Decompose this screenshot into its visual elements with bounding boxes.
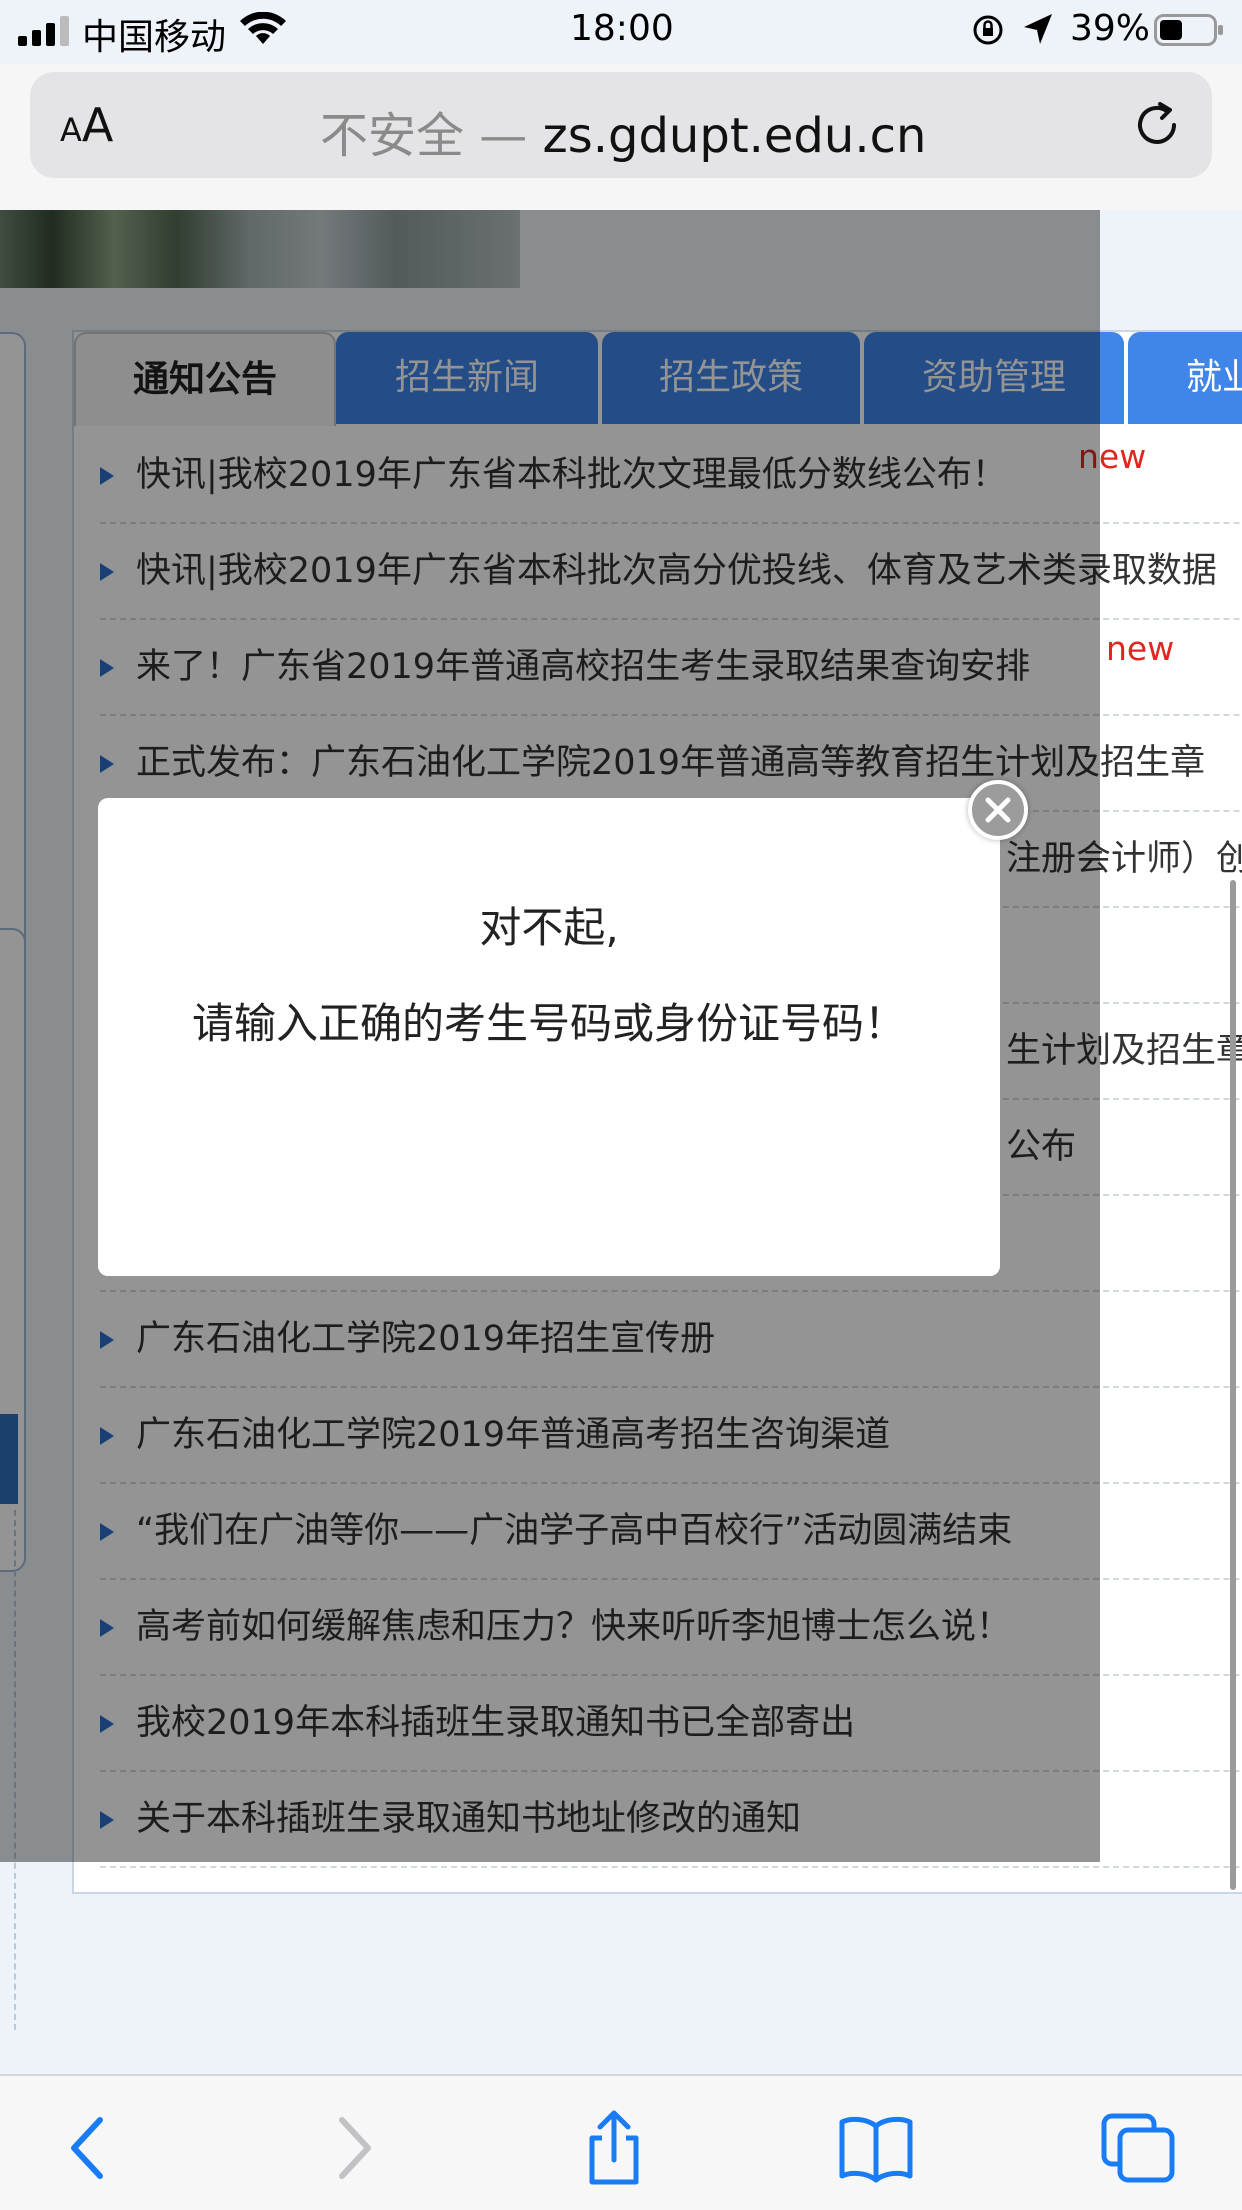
wifi-icon	[240, 12, 286, 44]
address-bar[interactable]: AA 不安全 — zs.gdupt.edu.cn	[30, 72, 1212, 178]
url-display[interactable]: 不安全 — zs.gdupt.edu.cn	[320, 96, 926, 166]
browser-address-area: AA 不安全 — zs.gdupt.edu.cn	[0, 64, 1242, 210]
error-dialog: 对不起, 请输入正确的考生号码或身份证号码！	[98, 798, 1000, 1276]
share-icon	[589, 2110, 639, 2185]
cellular-signal-icon	[18, 16, 69, 46]
insecure-label: 不安全 —	[320, 108, 528, 164]
battery-icon	[1154, 14, 1223, 46]
tabs-icon	[1101, 2113, 1175, 2183]
text-size-button[interactable]: AA	[60, 98, 113, 152]
forward-button[interactable]	[312, 2110, 392, 2186]
dialog-message-text: 请输入正确的考生号码或身份证号码！	[191, 999, 906, 1048]
clock-time: 18:00	[570, 8, 674, 49]
share-button[interactable]	[574, 2110, 654, 2186]
location-arrow-icon	[1024, 14, 1052, 44]
close-x-glyph	[985, 797, 1011, 823]
new-badge: new	[1106, 629, 1175, 668]
status-bar: 中国移动 18:00 39%	[0, 0, 1242, 64]
back-button[interactable]	[50, 2110, 130, 2186]
forward-icon	[339, 2117, 371, 2179]
browser-toolbar	[0, 2074, 1242, 2210]
bookmarks-button[interactable]	[836, 2110, 916, 2186]
carrier-name: 中国移动	[82, 17, 227, 58]
bookmarks-icon	[839, 2116, 913, 2183]
back-icon	[71, 2117, 103, 2179]
close-icon[interactable]	[968, 780, 1028, 840]
tabs-button[interactable]	[1098, 2110, 1178, 2186]
page-scrollbar[interactable]	[1230, 880, 1236, 1890]
battery-percentage: 39%	[1070, 8, 1151, 49]
url-domain: zs.gdupt.edu.cn	[542, 108, 927, 164]
reload-icon[interactable]	[1130, 98, 1184, 152]
orientation-lock-icon	[973, 15, 1003, 45]
dialog-apology-text: 对不起,	[479, 903, 619, 952]
